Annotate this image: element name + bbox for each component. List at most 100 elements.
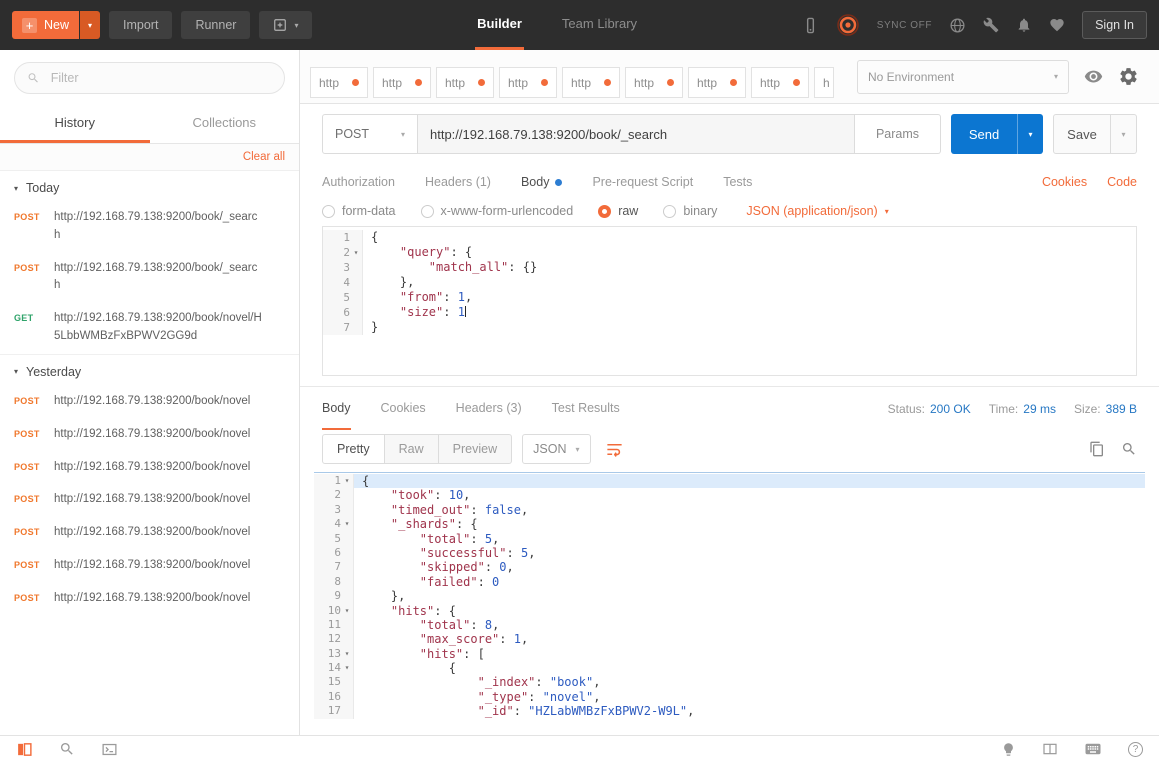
copy-response-icon[interactable]	[1089, 441, 1105, 457]
line-number-gutter[interactable]: 9	[314, 589, 354, 603]
line-number-gutter[interactable]: 1	[323, 230, 363, 245]
code-text[interactable]: "_index": "book",	[354, 675, 600, 689]
globe-icon[interactable]	[949, 17, 966, 34]
line-number-gutter[interactable]: 2▾	[323, 245, 363, 260]
code-text[interactable]: {	[354, 661, 456, 675]
open-tab[interactable]: http	[436, 67, 494, 98]
open-tab[interactable]: http	[625, 67, 683, 98]
fold-caret-icon[interactable]: ▾	[341, 604, 353, 618]
body-mode-form-data[interactable]: form-data	[322, 204, 396, 218]
new-button[interactable]: + New	[12, 11, 79, 39]
response-tab-cookies[interactable]: Cookies	[381, 387, 426, 430]
code-text[interactable]: "skipped": 0,	[354, 560, 514, 574]
request-tab-tests[interactable]: Tests	[723, 175, 752, 189]
response-body-viewer[interactable]: 1▾{2 "took": 10,3 "timed_out": false,4▾ …	[314, 472, 1145, 735]
content-type-select[interactable]: JSON (application/json) ▾	[746, 204, 888, 218]
new-window-button[interactable]: ▾	[259, 11, 312, 39]
code-text[interactable]: "failed": 0	[354, 575, 499, 589]
request-tab-headers-1[interactable]: Headers (1)	[425, 175, 491, 189]
code-text[interactable]: {	[354, 474, 369, 488]
line-number-gutter[interactable]: 8	[314, 575, 354, 589]
request-tab-pre-request-script[interactable]: Pre-request Script	[592, 175, 693, 189]
environment-select[interactable]: No Environment ▾	[857, 60, 1069, 94]
wrench-icon[interactable]	[983, 17, 999, 33]
code-text[interactable]: },	[354, 589, 405, 603]
body-mode-x-www-form-urlencoded[interactable]: x-www-form-urlencoded	[421, 204, 574, 218]
line-number-gutter[interactable]: 5	[323, 290, 363, 305]
size-value[interactable]: 389 B	[1106, 402, 1137, 416]
code-text[interactable]: "total": 8,	[354, 618, 499, 632]
filter-input[interactable]	[49, 70, 272, 86]
line-number-gutter[interactable]: 6	[314, 546, 354, 560]
fold-caret-icon[interactable]: ▾	[341, 517, 353, 531]
code-text[interactable]: "match_all": {}	[363, 260, 537, 275]
history-item[interactable]: POSThttp://192.168.79.138:9200/book/nove…	[0, 517, 299, 550]
code-text[interactable]: "hits": [	[354, 647, 485, 661]
body-mode-raw[interactable]: raw	[598, 204, 638, 218]
line-number-gutter[interactable]: 6	[323, 305, 363, 320]
line-number-gutter[interactable]: 2	[314, 488, 354, 502]
open-tab[interactable]: http	[751, 67, 809, 98]
import-button[interactable]: Import	[109, 11, 172, 39]
code-text[interactable]: "timed_out": false,	[354, 503, 528, 517]
url-input[interactable]	[418, 114, 855, 154]
send-dropdown-caret[interactable]: ▾	[1017, 114, 1043, 154]
code-text[interactable]: }	[363, 320, 378, 335]
fold-caret-icon[interactable]: ▾	[350, 245, 362, 260]
sidebar-toggle-icon[interactable]	[16, 741, 33, 758]
settings-gear-icon[interactable]	[1118, 66, 1139, 87]
time-value[interactable]: 29 ms	[1023, 402, 1056, 416]
search-all-icon[interactable]	[59, 741, 75, 757]
search-response-icon[interactable]	[1121, 441, 1137, 457]
line-number-gutter[interactable]: 17	[314, 704, 354, 718]
help-icon[interactable]: ?	[1128, 742, 1143, 757]
heart-icon[interactable]	[1049, 17, 1065, 33]
view-mode-raw[interactable]: Raw	[384, 434, 439, 464]
keyboard-shortcuts-icon[interactable]	[1084, 740, 1102, 758]
response-tab-body[interactable]: Body	[322, 387, 351, 430]
code-text[interactable]: "successful": 5,	[354, 546, 535, 560]
request-tab-authorization[interactable]: Authorization	[322, 175, 395, 189]
line-number-gutter[interactable]: 16	[314, 690, 354, 704]
two-pane-layout-icon[interactable]	[1042, 741, 1058, 757]
save-dropdown-caret[interactable]: ▾	[1111, 114, 1137, 154]
lightbulb-icon[interactable]	[1001, 742, 1016, 757]
code-text[interactable]: {	[363, 230, 378, 245]
team-library-tab[interactable]: Team Library	[560, 0, 639, 50]
code-text[interactable]: "from": 1,	[363, 290, 472, 305]
code-link[interactable]: Code	[1107, 175, 1137, 189]
code-text[interactable]: "size": 1	[363, 305, 466, 320]
code-text[interactable]: "_id": "HZLabWMBzFxBPWV2-W9L",	[354, 704, 694, 718]
open-tab[interactable]: http	[373, 67, 431, 98]
history-item[interactable]: GEThttp://192.168.79.138:9200/book/novel…	[0, 303, 299, 354]
view-mode-preview[interactable]: Preview	[438, 434, 512, 464]
view-mode-pretty[interactable]: Pretty	[322, 434, 385, 464]
clear-all-link[interactable]: Clear all	[243, 151, 285, 163]
code-text[interactable]: "hits": {	[354, 604, 456, 618]
response-format-select[interactable]: JSON ▾	[522, 434, 590, 464]
line-number-gutter[interactable]: 7	[323, 320, 363, 335]
history-item[interactable]: POSThttp://192.168.79.138:9200/book/nove…	[0, 583, 299, 616]
open-tab[interactable]: http	[499, 67, 557, 98]
response-tab-headers-3[interactable]: Headers (3)	[456, 387, 522, 430]
line-number-gutter[interactable]: 4	[323, 275, 363, 290]
history-item[interactable]: POSThttp://192.168.79.138:9200/book/nove…	[0, 484, 299, 517]
wrap-lines-icon[interactable]	[605, 440, 624, 459]
fold-caret-icon[interactable]: ▾	[341, 474, 353, 488]
code-text[interactable]: "_type": "novel",	[354, 690, 600, 704]
bell-icon[interactable]	[1016, 17, 1032, 33]
line-number-gutter[interactable]: 12	[314, 632, 354, 646]
history-tab[interactable]: History	[0, 106, 150, 143]
body-mode-binary[interactable]: binary	[663, 204, 717, 218]
history-group-header-yesterday[interactable]: ▾Yesterday	[0, 354, 299, 386]
line-number-gutter[interactable]: 3	[314, 503, 354, 517]
cookies-link[interactable]: Cookies	[1042, 175, 1087, 189]
status-value[interactable]: 200 OK	[930, 402, 971, 416]
save-button[interactable]: Save	[1053, 114, 1111, 154]
line-number-gutter[interactable]: 14▾	[314, 661, 354, 675]
code-text[interactable]: "max_score": 1,	[354, 632, 528, 646]
code-text[interactable]: "total": 5,	[354, 532, 499, 546]
history-item[interactable]: POSThttp://192.168.79.138:9200/book/nove…	[0, 419, 299, 452]
line-number-gutter[interactable]: 3	[323, 260, 363, 275]
code-text[interactable]: },	[363, 275, 414, 290]
